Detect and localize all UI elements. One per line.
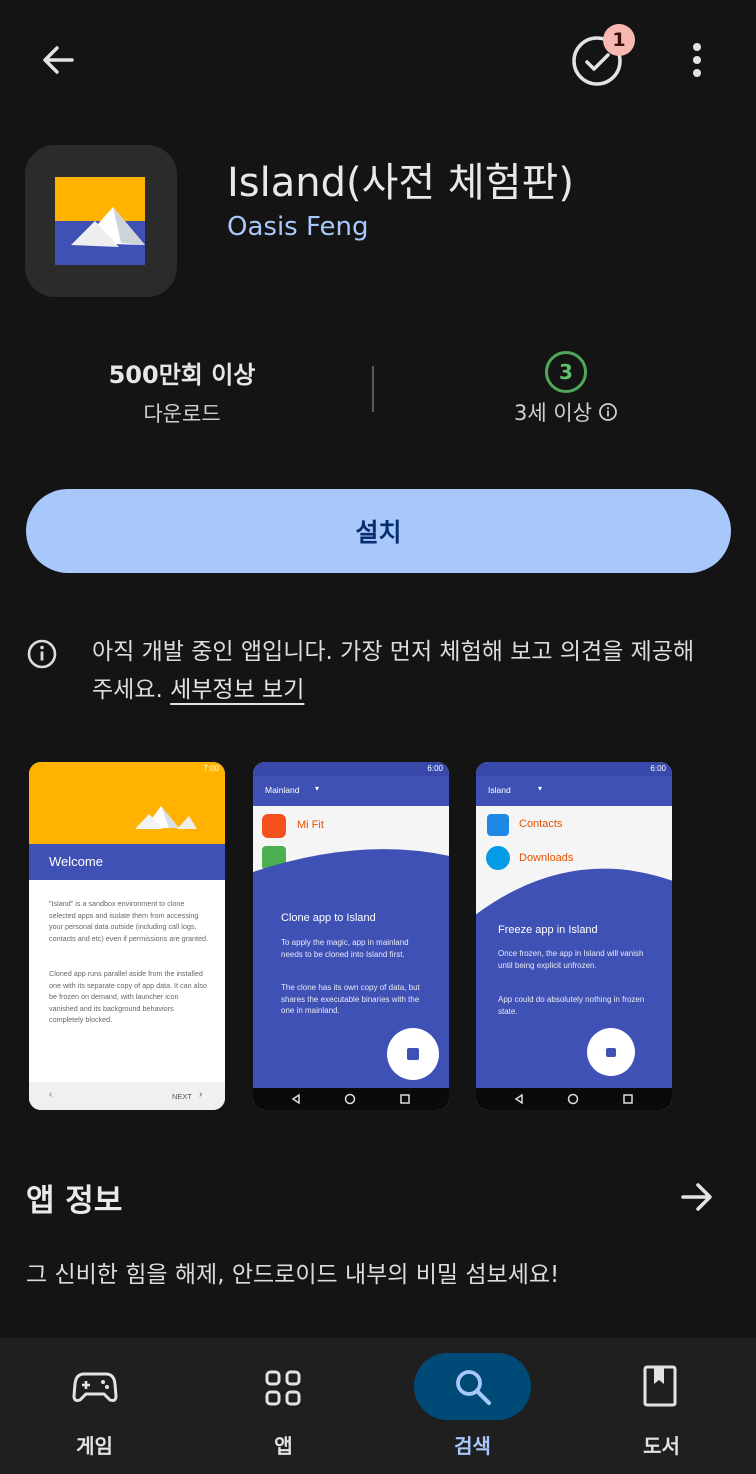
downloads-value: 500만회 이상 [108,361,256,389]
nav-label-search: 검색 [454,1434,491,1458]
about-section-title: 앱 정보 [26,1183,123,1219]
app-item-label: Mi Fit [297,819,324,831]
screenshot-1[interactable]: 7:00 Welcome "Island" is a sandbox envir… [29,762,225,1110]
stats-divider [372,366,374,412]
clone-para-1: To apply the magic, app in mainland need… [281,938,409,959]
freeze-para-1: Once frozen, the app in Island will vani… [498,949,644,970]
contacts-item-label: Contacts [519,818,563,830]
install-button[interactable]: 설치 [26,489,731,573]
nav-books[interactable]: 도서 [567,1338,756,1474]
next-label: NEXT [172,1092,193,1101]
welcome-header: Welcome [49,854,103,869]
nav-apps[interactable]: 앱 [189,1338,378,1474]
contacts-item-icon [487,814,509,836]
screenshot-2[interactable]: 6:00 Mainland ▾ Mi Fit Clone app to Isla… [253,762,449,1110]
toolbar-title: Mainland [265,785,300,795]
early-access-notice: 아직 개발 중인 앱입니다. 가장 먼저 체험해 보고 의견을 제공해 주세요.… [92,633,712,709]
dropdown-icon: ▾ [538,784,543,793]
info-icon [599,403,617,421]
app-icon [25,145,177,297]
downloads-label: 다운로드 [143,402,221,426]
nav-label-apps: 앱 [274,1434,293,1458]
gamepad-icon [72,1372,118,1402]
welcome-para-1: "Island" is a sandbox environment to clo… [49,899,209,943]
welcome-para-2: Cloned app runs parallel aside from the … [49,969,207,1025]
arrow-right-icon [681,1183,712,1211]
clone-heading: Clone app to Island [281,912,376,924]
nav-label-books: 도서 [643,1434,680,1458]
developer-link[interactable]: Oasis Feng [227,212,369,242]
status-time: 6:00 [650,764,666,773]
nav-search-active-pill [414,1353,531,1420]
about-expand-button[interactable] [672,1172,722,1222]
updates-badge: 1 [603,24,635,56]
content-rating[interactable]: 3세 이상 [496,398,636,426]
about-description: 그 신비한 힘을 해제, 안드로이드 내부의 비밀 섬보세요! [26,1262,560,1288]
status-time: 6:00 [427,764,443,773]
app-item-icon [262,814,286,838]
app-title: Island(사전 체험판) [227,160,574,206]
dropdown-icon: ▾ [315,784,320,793]
info-icon [27,639,57,669]
back-button[interactable] [30,36,86,84]
next-arrow-icon: › [199,1089,203,1100]
search-icon [456,1370,492,1406]
toolbar-title: Island [488,785,511,795]
status-time: 7:00 [203,764,219,773]
content-rating-label: 3세 이상 [514,401,592,425]
apps-grid-icon [265,1370,301,1406]
screenshot-3[interactable]: 6:00 Island ▾ Contacts Downloads Freeze … [476,762,672,1110]
details-link[interactable]: 세부정보 보기 [170,677,304,703]
freeze-heading: Freeze app in Island [498,924,598,936]
freeze-para-2: App could do absolutely nothing in froze… [498,995,645,1016]
more-options-button[interactable] [676,36,718,84]
nav-games[interactable]: 게임 [0,1338,189,1474]
clone-para-2: The clone has its own copy of data, but … [281,983,420,1015]
more-vert-icon [693,43,701,77]
arrow-left-icon [43,46,74,74]
lock-icon [606,1048,616,1057]
content-rating-badge: 3 [545,351,587,393]
prev-arrow-icon: ‹ [49,1089,53,1100]
book-icon [643,1365,677,1407]
bottom-navigation: 게임 앱 검색 도서 [0,1338,756,1474]
nav-label-games: 게임 [76,1434,113,1458]
